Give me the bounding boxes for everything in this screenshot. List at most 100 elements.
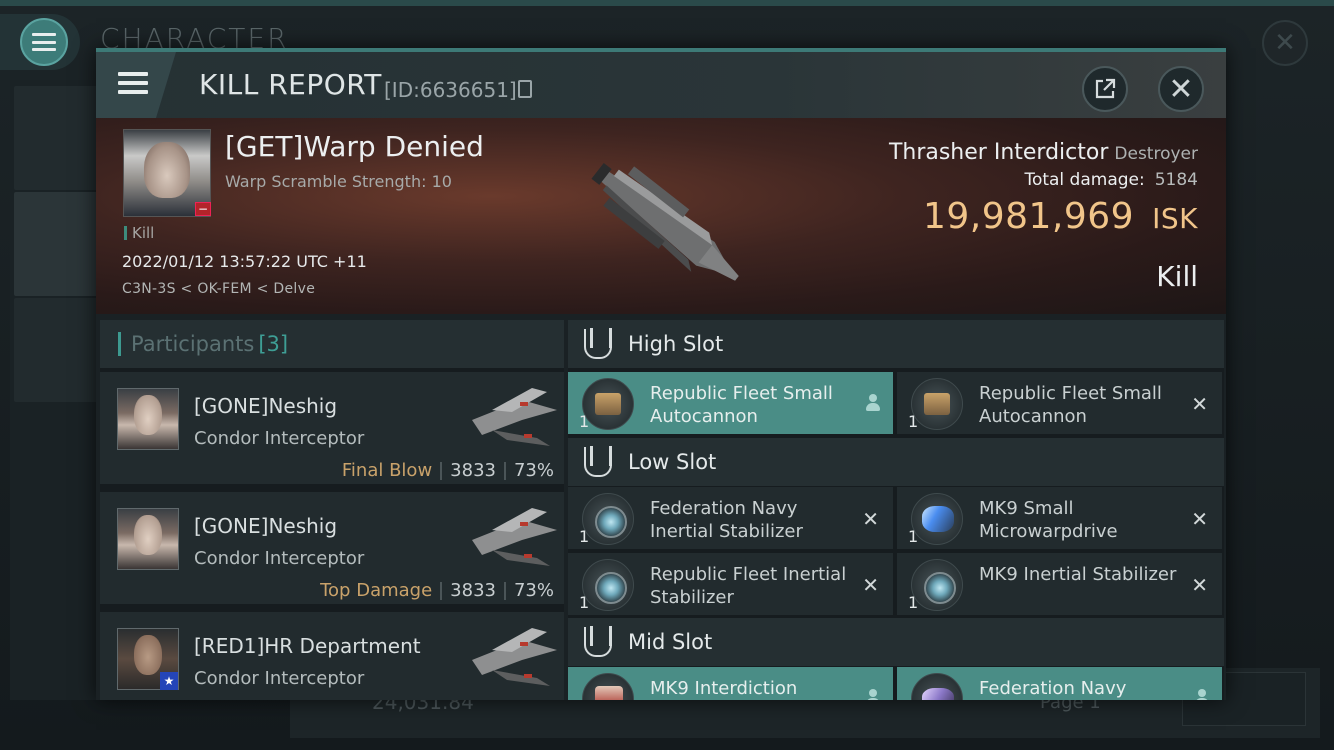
slot-shield-icon xyxy=(584,626,612,657)
slot-shield-icon xyxy=(584,446,612,477)
fitting-panel: High Slot 1 Republic Fleet Small Autocan… xyxy=(568,320,1224,700)
kill-report-window: KILL REPORT [ID:6636651] ✕ − [GET]Warp D… xyxy=(96,48,1226,700)
participant-stats: Top Damage 3833 73% xyxy=(320,580,554,601)
slot-item[interactable]: MK9 Interdiction xyxy=(568,667,893,700)
window-title: KILL REPORT xyxy=(199,68,382,101)
participant-stats: Final Blow 3833 73% xyxy=(342,460,554,481)
victim-name[interactable]: [GET]Warp Denied xyxy=(225,130,484,163)
participants-header: Participants [3] xyxy=(100,320,564,368)
kill-datetime: 2022/01/12 13:57:22 UTC +11 xyxy=(122,252,367,271)
participant-row[interactable]: [GONE]Neshig Condor Interceptor Final Bl… xyxy=(100,372,564,488)
copy-icon[interactable] xyxy=(518,80,532,98)
destroyed-icon: ✕ xyxy=(862,507,879,531)
module-icon xyxy=(911,673,963,700)
dropped-icon xyxy=(865,689,881,700)
share-button[interactable] xyxy=(1082,66,1128,112)
victim-ship-image[interactable] xyxy=(566,138,766,308)
mid-slot-header: Mid Slot xyxy=(568,618,1224,666)
close-icon: ✕ xyxy=(1168,71,1194,107)
participant-row[interactable]: [GONE]Neshig Condor Interceptor Top Dama… xyxy=(100,492,564,608)
participant-name: [RED1]HR Department xyxy=(194,634,421,658)
standing-badge-icon: − xyxy=(195,202,211,216)
item-name: Federation Navy xyxy=(979,678,1127,699)
item-quantity: 1 xyxy=(579,593,590,612)
menu-icon xyxy=(20,18,68,66)
inertial-stabilizer-icon xyxy=(582,493,634,545)
participant-percent: 73% xyxy=(513,580,554,601)
participant-avatar[interactable] xyxy=(117,388,179,450)
autocannon-icon xyxy=(582,378,634,430)
isk-value: 19,981,969 ISK xyxy=(923,196,1198,237)
participants-label: Participants xyxy=(131,332,255,356)
slot-label: High Slot xyxy=(628,332,724,356)
participant-percent: 73% xyxy=(513,460,554,481)
victim-banner: − [GET]Warp Denied Warp Scramble Strengt… xyxy=(96,118,1226,314)
slot-label: Mid Slot xyxy=(628,630,713,654)
victim-ship-name[interactable]: Thrasher Interdictor Destroyer xyxy=(889,140,1198,165)
microwarpdrive-icon xyxy=(911,493,963,545)
kill-location[interactable]: C3N-3S < OK-FEM < Delve xyxy=(122,281,315,297)
isk-amount: 19,981,969 xyxy=(922,196,1135,237)
hamburger-icon xyxy=(118,72,148,94)
participant-role: Final Blow xyxy=(341,460,433,481)
participant-name: [GONE]Neshig xyxy=(194,394,338,418)
background-top-bar xyxy=(0,0,1334,6)
item-name: MK9 Small Microwarpdrive xyxy=(979,498,1118,542)
result-label: Kill xyxy=(1156,260,1198,293)
slot-item[interactable]: 1 Republic Fleet Small Autocannon ✕ xyxy=(897,372,1222,434)
participant-role: Top Damage xyxy=(320,580,433,601)
slot-item[interactable]: 1 Republic Fleet Small Autocannon xyxy=(568,372,893,434)
high-slot-header: High Slot xyxy=(568,320,1224,368)
participants-count: [3] xyxy=(258,332,289,356)
item-quantity: 1 xyxy=(908,593,919,612)
participant-damage: 3833 xyxy=(450,460,496,481)
item-name: Federation Navy Inertial Stabilizer xyxy=(650,498,803,542)
inertial-stabilizer-icon xyxy=(582,559,634,611)
slot-item[interactable]: 1 Republic Fleet Inertial Stabilizer ✕ xyxy=(568,553,893,615)
kill-tag: Kill xyxy=(124,224,154,242)
background-close-button[interactable]: ✕ xyxy=(1262,20,1308,66)
autocannon-icon xyxy=(911,378,963,430)
window-menu-button[interactable] xyxy=(96,52,176,118)
dropped-icon xyxy=(865,394,881,412)
participant-ship-image[interactable] xyxy=(462,500,562,572)
isk-unit: ISK xyxy=(1152,202,1198,235)
star-icon: ★ xyxy=(160,672,178,690)
slot-item[interactable]: 1 Federation Navy Inertial Stabilizer ✕ xyxy=(568,487,893,549)
participant-ship-image[interactable] xyxy=(462,620,562,692)
victim-subtitle: Warp Scramble Strength: 10 xyxy=(225,172,452,191)
participant-ship-image[interactable] xyxy=(462,380,562,452)
item-quantity: 1 xyxy=(579,412,590,431)
participant-name: [GONE]Neshig xyxy=(194,514,338,538)
item-quantity: 1 xyxy=(579,527,590,546)
total-damage-label: Total damage: xyxy=(1024,170,1145,190)
interdiction-icon xyxy=(582,673,634,700)
slot-item[interactable]: Federation Navy xyxy=(897,667,1222,700)
background-sidebar-tile[interactable] xyxy=(14,298,102,402)
dropped-icon xyxy=(1194,689,1210,700)
item-name: Republic Fleet Small Autocannon xyxy=(979,383,1162,427)
item-name: Republic Fleet Small Autocannon xyxy=(650,383,833,427)
close-button[interactable]: ✕ xyxy=(1158,66,1204,112)
item-name: MK9 Interdiction xyxy=(650,678,798,699)
item-quantity: 1 xyxy=(908,412,919,431)
report-id: [ID:6636651] xyxy=(384,78,517,102)
participant-row[interactable]: ★ [RED1]HR Department Condor Interceptor xyxy=(100,612,564,700)
low-slot-header: Low Slot xyxy=(568,438,1224,486)
ship-name: Thrasher Interdictor xyxy=(888,140,1109,165)
slot-label: Low Slot xyxy=(628,450,717,474)
inertial-stabilizer-icon xyxy=(911,559,963,611)
window-header: KILL REPORT [ID:6636651] ✕ xyxy=(96,52,1226,118)
total-damage-value: 5184 xyxy=(1154,170,1198,190)
item-name: MK9 Inertial Stabilizer xyxy=(979,564,1177,585)
slot-shield-icon xyxy=(584,328,612,359)
slot-item[interactable]: 1 MK9 Inertial Stabilizer ✕ xyxy=(897,553,1222,615)
background-sidebar-tile[interactable] xyxy=(14,86,102,190)
background-sidebar-tile[interactable] xyxy=(14,192,102,296)
destroyed-icon: ✕ xyxy=(1191,507,1208,531)
slot-item[interactable]: 1 MK9 Small Microwarpdrive ✕ xyxy=(897,487,1222,549)
main-menu-button[interactable] xyxy=(0,14,80,70)
participant-avatar[interactable] xyxy=(117,508,179,570)
item-quantity: 1 xyxy=(908,527,919,546)
destroyed-icon: ✕ xyxy=(1191,573,1208,597)
